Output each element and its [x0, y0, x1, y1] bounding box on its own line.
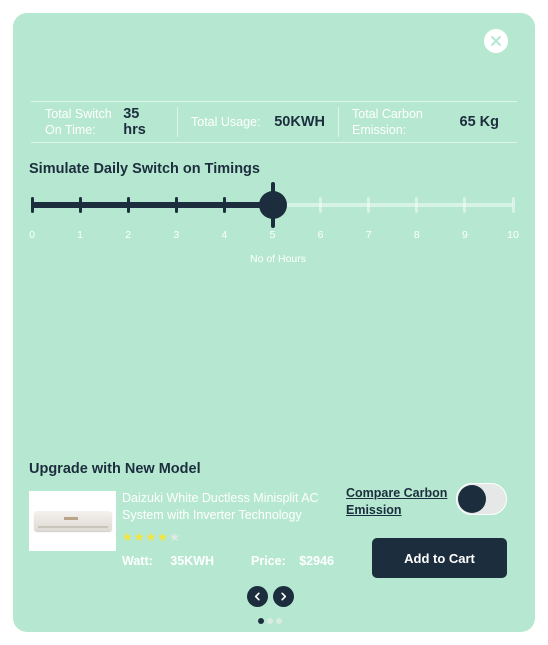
slider-tick[interactable]	[415, 197, 419, 213]
chevron-left-icon	[254, 592, 260, 601]
stat-switch-label: Total Switch On Time:	[45, 107, 112, 137]
pagination-dot[interactable]	[276, 618, 282, 624]
compare-carbon-link[interactable]: Compare Carbon Emission	[346, 485, 450, 519]
watt-spec: Watt: 35KWH	[122, 554, 214, 568]
slider-track-fill	[31, 202, 273, 208]
stat-switch-time: Total Switch On Time: 35 hrs	[31, 106, 177, 138]
slider-tick[interactable]	[463, 197, 467, 213]
product-name[interactable]: Daizuki White Ductless Minisplit AC Syst…	[122, 490, 336, 524]
compare-carbon-toggle[interactable]	[456, 483, 507, 515]
stat-usage-value: 50KWH	[274, 114, 325, 130]
star-icon: ★	[169, 530, 180, 544]
hours-slider[interactable]: 0 1 2 3 4 5 6 7 8 9 10 No of Hours	[29, 182, 519, 277]
star-icon: ★	[122, 530, 133, 544]
product-image[interactable]	[29, 491, 116, 551]
slider-tick[interactable]	[126, 197, 130, 213]
toggle-knob	[458, 485, 486, 513]
slider-tick-label: 1	[77, 229, 84, 241]
pagination-dot[interactable]	[258, 618, 264, 624]
price-label: Price:	[251, 554, 286, 568]
slider-tick-label: 5	[269, 229, 276, 241]
slider-tick[interactable]	[78, 197, 82, 213]
slider-tick[interactable]	[367, 197, 371, 213]
pagination-dot[interactable]	[267, 618, 273, 624]
slider-tick-label: 3	[173, 229, 180, 241]
slider-tick-label: 4	[221, 229, 228, 241]
slider-tick-label: 7	[365, 229, 372, 241]
prev-button[interactable]	[247, 586, 268, 607]
star-icon: ★	[133, 530, 145, 544]
watt-value: 35KWH	[170, 554, 215, 568]
slider-tick[interactable]	[511, 197, 515, 213]
stat-usage-label: Total Usage:	[191, 115, 261, 129]
watt-label: Watt:	[122, 554, 153, 568]
close-icon	[491, 36, 501, 46]
close-button[interactable]	[484, 29, 508, 53]
price-value: $2946	[299, 554, 334, 568]
add-to-cart-button[interactable]: Add to Cart	[372, 538, 507, 578]
slider-tick-label: 0	[29, 229, 35, 241]
stat-carbon-emission: Total Carbon Emission: 65 Kg	[338, 107, 499, 137]
next-button[interactable]	[273, 586, 294, 607]
slider-axis-label: No of Hours	[250, 253, 307, 265]
stat-total-usage: Total Usage: 50KWH	[177, 107, 338, 137]
slider-tick[interactable]	[319, 197, 323, 213]
product-rating: ★ ★ ★ ★ ★	[122, 531, 180, 543]
stat-carbon-value: 65 Kg	[459, 114, 500, 130]
pagination-dots	[258, 618, 282, 624]
price-spec: Price: $2946	[251, 554, 334, 568]
star-icon: ★	[157, 530, 169, 544]
simulate-title: Simulate Daily Switch on Timings	[29, 161, 260, 177]
stat-carbon-label: Total Carbon Emission:	[352, 107, 423, 137]
slider-tick-label: 9	[461, 229, 468, 241]
star-icon: ★	[145, 530, 157, 544]
slider-tick[interactable]	[174, 197, 178, 213]
slider-tick-label: 6	[317, 229, 324, 241]
slider-tick-label: 10	[507, 229, 519, 241]
slider-tick-label: 2	[125, 229, 132, 241]
slider-thumb[interactable]	[258, 182, 287, 228]
ac-unit-graphic	[33, 511, 112, 531]
chevron-right-icon	[281, 592, 287, 601]
stat-switch-value: 35 hrs	[123, 106, 146, 138]
usage-stats-bar: Total Switch On Time: 35 hrs Total Usage…	[31, 101, 517, 143]
slider-tick[interactable]	[30, 197, 34, 213]
upgrade-title: Upgrade with New Model	[29, 461, 201, 477]
upgrade-modal: Total Switch On Time: 35 hrs Total Usage…	[13, 13, 535, 632]
slider-tick[interactable]	[222, 197, 226, 213]
ac-logo	[63, 517, 78, 520]
slider-tick-label: 8	[413, 229, 420, 241]
